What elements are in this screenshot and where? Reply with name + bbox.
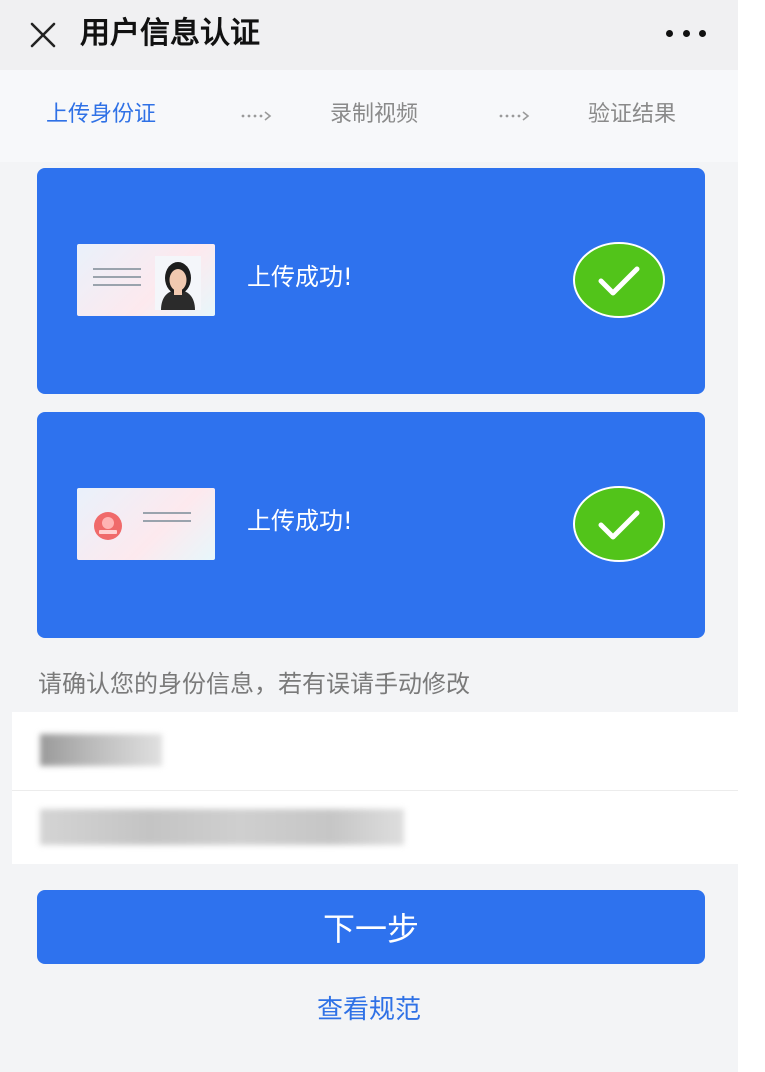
blurred-id-number-value <box>40 809 404 845</box>
upload-id-front-card[interactable]: 上传成功! <box>37 168 705 394</box>
confirm-info-label: 请确认您的身份信息，若有误请手动修改 <box>38 670 470 698</box>
name-field[interactable] <box>12 712 738 790</box>
view-spec-link[interactable]: 查看规范 <box>0 990 738 1030</box>
close-button[interactable] <box>26 18 60 52</box>
id-card-back-icon <box>77 488 215 560</box>
id-number-field[interactable] <box>12 790 738 864</box>
step-upload-id: 上传身份证 <box>46 102 157 127</box>
id-card-front-icon <box>77 244 215 316</box>
more-button[interactable] <box>662 18 710 48</box>
more-dots-icon <box>666 29 706 37</box>
page-title: 用户信息认证 <box>80 16 260 51</box>
check-circle-icon <box>573 241 665 319</box>
nav-header: 用户信息认证 <box>0 0 738 70</box>
step-record-video: 录制视频 <box>330 102 419 127</box>
check-circle-icon <box>573 485 665 563</box>
page-margin <box>738 0 765 1072</box>
upload-status-text: 上传成功! <box>247 507 353 535</box>
upload-status-text: 上传成功! <box>247 263 353 291</box>
step-verify-result: 验证结果 <box>588 102 677 127</box>
step-arrow-icon <box>240 108 274 124</box>
step-arrow-icon <box>498 108 532 124</box>
screen: 用户信息认证 上传身份证 录制视频 验证结果 上传成功! 上传成功! 请确认您的… <box>0 0 738 1072</box>
step-indicator: 上传身份证 录制视频 验证结果 <box>0 70 738 162</box>
close-icon <box>30 22 56 48</box>
next-step-button[interactable]: 下一步 <box>37 890 705 964</box>
blurred-name-value <box>40 734 162 766</box>
upload-id-back-card[interactable]: 上传成功! <box>37 412 705 638</box>
